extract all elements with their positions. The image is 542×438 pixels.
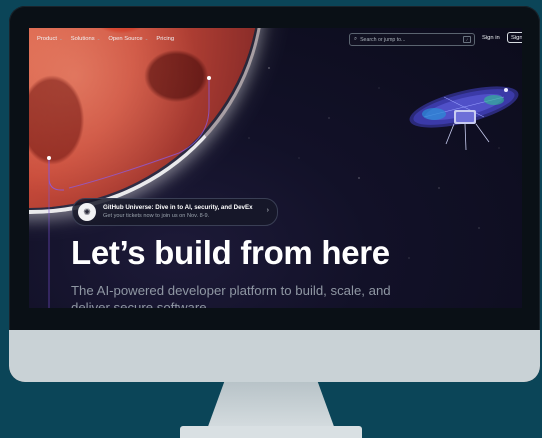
nav-item-label: Open Source xyxy=(108,36,143,42)
monitor-stand-neck xyxy=(206,382,336,432)
banner-subtitle: Get your tickets now to join us on Nov. … xyxy=(103,213,210,219)
sign-up-button[interactable]: Sign xyxy=(507,32,522,43)
hero-headline: Let’s build from here xyxy=(71,234,390,271)
nav-item-solutions[interactable]: Solutions ⌄ xyxy=(71,36,101,42)
chevron-down-icon: ⌄ xyxy=(58,36,63,41)
monitor-screen: Product ⌄ Solutions ⌄ Open Source ⌄ Pric… xyxy=(29,28,522,308)
page-background: Product ⌄ Solutions ⌄ Open Source ⌄ Pric… xyxy=(0,0,542,438)
search-icon: ⌕ xyxy=(354,36,358,42)
search-input[interactable]: ⌕ Search or jump to... / xyxy=(349,33,475,46)
chevron-down-icon: ⌄ xyxy=(96,36,101,41)
nav-item-label: Product xyxy=(37,36,57,42)
nav-item-open-source[interactable]: Open Source ⌄ xyxy=(108,36,148,42)
banner-title: GitHub Universe: Dive in to AI, security… xyxy=(103,204,253,211)
nav-item-label: Pricing xyxy=(156,36,175,42)
search-shortcut-key: / xyxy=(463,36,471,43)
monitor-stand-foot xyxy=(180,426,362,438)
sign-in-link[interactable]: Sign in xyxy=(482,35,500,41)
top-navigation: Product ⌄ Solutions ⌄ Open Source ⌄ Pric… xyxy=(29,28,522,50)
nav-item-product[interactable]: Product ⌄ xyxy=(37,36,63,42)
hero-subheadline: The AI-powered developer platform to bui… xyxy=(71,283,391,308)
chevron-down-icon: ⌄ xyxy=(144,36,149,41)
universe-logo-icon: ✺ xyxy=(78,203,96,221)
universe-announcement-banner[interactable]: ✺ GitHub Universe: Dive in to AI, securi… xyxy=(72,198,278,226)
monitor-chin xyxy=(9,330,540,382)
nav-item-pricing[interactable]: Pricing xyxy=(156,36,174,42)
nav-item-label: Solutions xyxy=(70,36,95,42)
search-placeholder: Search or jump to... xyxy=(360,36,406,43)
satellite-illustration xyxy=(409,86,519,151)
chevron-right-icon: › xyxy=(266,207,269,214)
